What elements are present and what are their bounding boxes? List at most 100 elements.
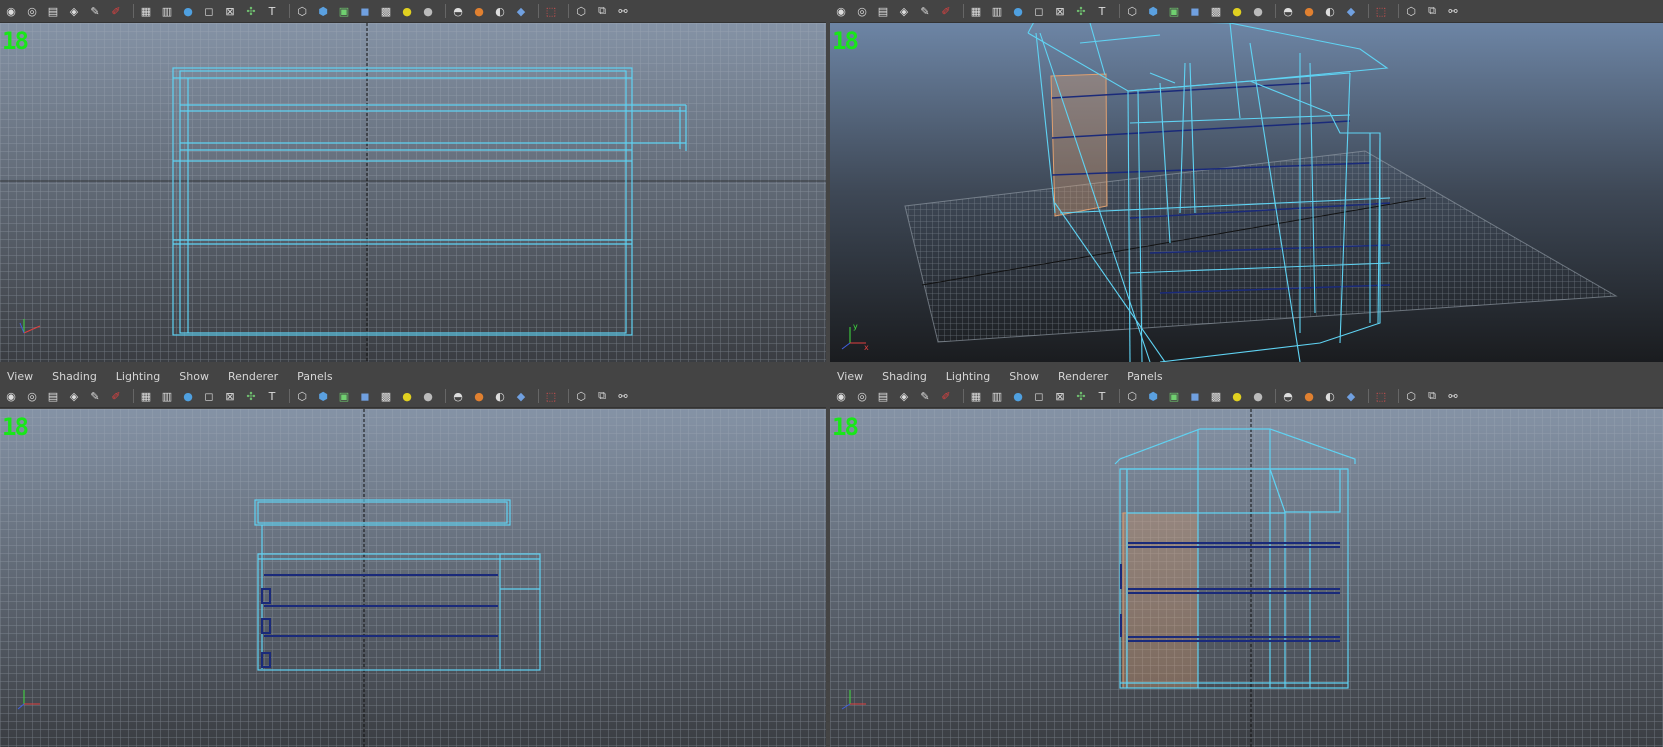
xray-active-icon[interactable]: ⧉ — [594, 388, 610, 404]
shadows-icon[interactable]: ● — [420, 3, 436, 19]
viewport-side[interactable]: 18 — [0, 23, 826, 362]
select-camera-icon[interactable]: ◉ — [3, 388, 19, 404]
film-gate-icon[interactable]: ▥ — [159, 388, 175, 404]
wireframe-on-shaded-icon[interactable]: ▣ — [336, 3, 352, 19]
smooth-shade-icon[interactable]: ⬢ — [315, 388, 331, 404]
safe-action-icon[interactable]: ✣ — [1073, 3, 1089, 19]
2d-pan-zoom-icon[interactable]: ✐ — [938, 388, 954, 404]
menu-shading[interactable]: Shading — [52, 370, 97, 383]
image-plane-icon[interactable]: ◈ — [66, 3, 82, 19]
menu-lighting[interactable]: Lighting — [116, 370, 160, 383]
menu-shading[interactable]: Shading — [882, 370, 927, 383]
grease-pencil-icon[interactable]: ✎ — [917, 388, 933, 404]
grid-icon[interactable]: ▦ — [138, 3, 154, 19]
wireframe-icon[interactable]: ⬡ — [1124, 3, 1140, 19]
grid-icon[interactable]: ▦ — [968, 3, 984, 19]
image-plane-icon[interactable]: ◈ — [66, 388, 82, 404]
2d-pan-zoom-icon[interactable]: ✐ — [108, 3, 124, 19]
xray-active-icon[interactable]: ⧉ — [1424, 388, 1440, 404]
use-all-lights-icon[interactable]: ● — [1229, 388, 1245, 404]
menu-renderer[interactable]: Renderer — [228, 370, 278, 383]
smooth-shade-icon[interactable]: ⬢ — [1145, 388, 1161, 404]
xray-icon[interactable]: ◼ — [357, 388, 373, 404]
multisample-aa-icon[interactable]: ◐ — [492, 388, 508, 404]
xray-icon[interactable]: ◼ — [1187, 388, 1203, 404]
use-all-lights-icon[interactable]: ● — [1229, 3, 1245, 19]
use-all-lights-icon[interactable]: ● — [399, 388, 415, 404]
use-all-lights-icon[interactable]: ● — [399, 3, 415, 19]
safe-title-icon[interactable]: T — [1094, 388, 1110, 404]
viewport-perspective[interactable]: y x 18 — [830, 23, 1663, 362]
screen-space-ao-icon[interactable]: ◓ — [1280, 388, 1296, 404]
film-gate-icon[interactable]: ▥ — [159, 3, 175, 19]
xray-active-icon[interactable]: ⧉ — [1424, 3, 1440, 19]
resolution-gate-icon[interactable]: ● — [1010, 3, 1026, 19]
depth-of-field-icon[interactable]: ◆ — [1343, 388, 1359, 404]
film-gate-icon[interactable]: ▥ — [989, 388, 1005, 404]
grease-pencil-2-icon[interactable]: ⚯ — [615, 388, 631, 404]
menu-panels[interactable]: Panels — [1127, 370, 1162, 383]
screen-space-ao-icon[interactable]: ◓ — [450, 3, 466, 19]
camera-attributes-icon[interactable]: ◎ — [854, 3, 870, 19]
grease-pencil-icon[interactable]: ✎ — [87, 3, 103, 19]
menu-renderer[interactable]: Renderer — [1058, 370, 1108, 383]
xray-joints-icon[interactable]: ⬡ — [1403, 3, 1419, 19]
xray-active-icon[interactable]: ⧉ — [594, 3, 610, 19]
wireframe-on-shaded-icon[interactable]: ▣ — [1166, 388, 1182, 404]
xray-joints-icon[interactable]: ⬡ — [573, 388, 589, 404]
multisample-aa-icon[interactable]: ◐ — [1322, 3, 1338, 19]
field-chart-icon[interactable]: ⊠ — [222, 388, 238, 404]
2d-pan-zoom-icon[interactable]: ✐ — [108, 388, 124, 404]
field-chart-icon[interactable]: ⊠ — [1052, 3, 1068, 19]
film-gate-icon[interactable]: ▥ — [989, 3, 1005, 19]
screen-space-ao-icon[interactable]: ◓ — [450, 388, 466, 404]
textured-icon[interactable]: ▩ — [1208, 3, 1224, 19]
safe-title-icon[interactable]: T — [264, 3, 280, 19]
select-camera-icon[interactable]: ◉ — [833, 3, 849, 19]
gate-mask-icon[interactable]: ◻ — [201, 3, 217, 19]
resolution-gate-icon[interactable]: ● — [180, 3, 196, 19]
motion-blur-icon[interactable]: ● — [1301, 388, 1317, 404]
camera-attributes-icon[interactable]: ◎ — [854, 388, 870, 404]
wireframe-on-shaded-icon[interactable]: ▣ — [336, 388, 352, 404]
image-plane-icon[interactable]: ◈ — [896, 388, 912, 404]
gate-mask-icon[interactable]: ◻ — [1031, 3, 1047, 19]
isolate-select-icon[interactable]: ⬚ — [1373, 388, 1389, 404]
gate-mask-icon[interactable]: ◻ — [1031, 388, 1047, 404]
camera-attributes-icon[interactable]: ◎ — [24, 388, 40, 404]
grid-icon[interactable]: ▦ — [968, 388, 984, 404]
safe-action-icon[interactable]: ✣ — [243, 3, 259, 19]
motion-blur-icon[interactable]: ● — [471, 388, 487, 404]
bookmark-icon[interactable]: ▤ — [875, 3, 891, 19]
multisample-aa-icon[interactable]: ◐ — [492, 3, 508, 19]
xray-joints-icon[interactable]: ⬡ — [573, 3, 589, 19]
motion-blur-icon[interactable]: ● — [1301, 3, 1317, 19]
gate-mask-icon[interactable]: ◻ — [201, 388, 217, 404]
field-chart-icon[interactable]: ⊠ — [1052, 388, 1068, 404]
bookmark-icon[interactable]: ▤ — [45, 3, 61, 19]
resolution-gate-icon[interactable]: ● — [180, 388, 196, 404]
menu-show[interactable]: Show — [1009, 370, 1039, 383]
select-camera-icon[interactable]: ◉ — [833, 388, 849, 404]
smooth-shade-icon[interactable]: ⬢ — [1145, 3, 1161, 19]
menu-lighting[interactable]: Lighting — [946, 370, 990, 383]
wireframe-icon[interactable]: ⬡ — [294, 388, 310, 404]
grease-pencil-icon[interactable]: ✎ — [917, 3, 933, 19]
safe-action-icon[interactable]: ✣ — [1073, 388, 1089, 404]
xray-icon[interactable]: ◼ — [1187, 3, 1203, 19]
safe-title-icon[interactable]: T — [264, 388, 280, 404]
grease-pencil-icon[interactable]: ✎ — [87, 388, 103, 404]
resolution-gate-icon[interactable]: ● — [1010, 388, 1026, 404]
grease-pencil-2-icon[interactable]: ⚯ — [1445, 388, 1461, 404]
textured-icon[interactable]: ▩ — [1208, 388, 1224, 404]
isolate-select-icon[interactable]: ⬚ — [543, 388, 559, 404]
xray-joints-icon[interactable]: ⬡ — [1403, 388, 1419, 404]
depth-of-field-icon[interactable]: ◆ — [1343, 3, 1359, 19]
grease-pencil-2-icon[interactable]: ⚯ — [1445, 3, 1461, 19]
camera-attributes-icon[interactable]: ◎ — [24, 3, 40, 19]
shadows-icon[interactable]: ● — [1250, 3, 1266, 19]
wireframe-icon[interactable]: ⬡ — [1124, 388, 1140, 404]
menu-panels[interactable]: Panels — [297, 370, 332, 383]
2d-pan-zoom-icon[interactable]: ✐ — [938, 3, 954, 19]
wireframe-on-shaded-icon[interactable]: ▣ — [1166, 3, 1182, 19]
